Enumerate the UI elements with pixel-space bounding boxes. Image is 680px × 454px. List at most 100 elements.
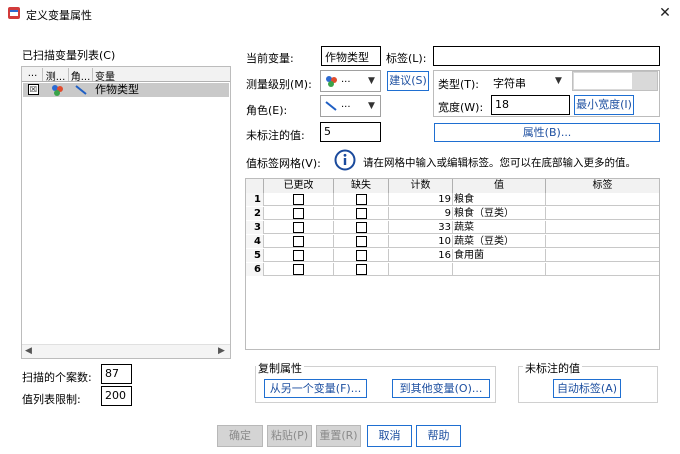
value-cell[interactable]: 食用菌 [453,249,546,262]
table-row[interactable]: 5 16 食用菌 [246,249,659,262]
type-dropdown[interactable]: 字符串 ▼ [483,71,569,91]
missing-cell[interactable] [334,207,389,220]
checkbox-icon[interactable]: ☒ [28,84,39,95]
scanned-list-title: 已扫描变量列表(C) [22,49,116,62]
value-label-grid[interactable]: 已更改 缺失 计数 值 标签 1 19 粮食 2 9 粮食（豆类） 3 33 蔬菜 4 10 蔬菜（豆… [245,178,660,350]
changed-checkbox[interactable] [293,194,304,205]
row-number: 1 [246,193,264,206]
count-cell: 33 [389,221,453,234]
row-number: 2 [246,207,264,220]
reset-button[interactable]: 重置(R) [316,425,361,447]
changed-cell[interactable] [264,249,334,262]
label-cell[interactable] [546,249,659,262]
missing-checkbox[interactable] [355,208,367,219]
missing-checkbox[interactable] [355,194,367,205]
unlabeled-field[interactable]: 5 [320,122,381,142]
table-row[interactable]: 4 10 蔬菜（豆类） [246,235,659,248]
changed-cell[interactable] [264,193,334,206]
help-button[interactable]: 帮助 [416,425,461,447]
close-icon[interactable]: ✕ [654,2,676,24]
changed-cell[interactable] [264,235,334,248]
cancel-button[interactable]: 取消 [367,425,412,447]
column-header[interactable]: 标签 [546,179,659,193]
changed-checkbox[interactable] [293,236,304,247]
current-variable-label: 当前变量: [246,52,294,65]
missing-checkbox[interactable] [355,264,367,275]
table-row[interactable]: 6 [246,263,659,276]
suggest-button[interactable]: 建议(S) [387,71,429,91]
table-row[interactable]: 2 9 粮食（豆类） [246,207,659,220]
ok-button[interactable]: 确定 [217,425,263,447]
chevron-down-icon: ▼ [555,76,562,86]
row-number: 5 [246,249,264,262]
measure-label: 测量级别(M): [246,78,312,91]
column-header[interactable]: 角... [69,68,93,83]
changed-checkbox[interactable] [293,264,304,275]
count-cell: 10 [389,235,453,248]
min-width-button[interactable]: 最小宽度(I) [574,95,634,115]
changed-cell[interactable] [264,207,334,220]
nominal-measure-icon [50,84,64,96]
table-row[interactable]: 1 19 粮食 [246,193,659,206]
width-field[interactable]: 18 [491,95,570,115]
missing-cell[interactable] [334,193,389,206]
changed-checkbox[interactable] [293,250,304,261]
value-cell[interactable]: 蔬菜 [453,221,546,234]
count-cell [389,263,453,276]
scroll-right-icon[interactable]: ▶ [218,346,225,356]
missing-cell[interactable] [334,235,389,248]
label-cell[interactable] [546,193,659,206]
label-cell[interactable] [546,207,659,220]
column-header[interactable]: ... [23,68,43,81]
value-cell[interactable]: 粮食 [453,193,546,206]
cases-field[interactable]: 87 [101,364,132,384]
label-field[interactable] [433,46,660,66]
copy-to-button[interactable]: 到其他变量(O)... [392,379,490,398]
missing-cell[interactable] [334,221,389,234]
count-cell: 19 [389,193,453,206]
column-header[interactable]: 已更改 [264,179,334,193]
paste-button[interactable]: 粘贴(P) [267,425,312,447]
scanned-variable-list[interactable]: ... 测... 角... 变量 ☒ 作物类型 ◀ ▶ [21,66,231,359]
column-header[interactable]: 缺失 [334,179,389,193]
changed-cell[interactable] [264,263,334,276]
missing-checkbox[interactable] [355,250,367,261]
column-header[interactable]: 值 [453,179,546,193]
column-header[interactable]: 计数 [389,179,453,193]
changed-checkbox[interactable] [293,208,304,219]
width-label: 宽度(W): [438,101,484,114]
missing-checkbox[interactable] [355,236,367,247]
count-cell: 16 [389,249,453,262]
info-icon [334,149,356,171]
copy-from-button[interactable]: 从另一个变量(F)... [264,379,367,398]
type-label: 类型(T): [438,78,480,91]
grid-info-text: 请在网格中输入或编辑标签。您可以在底部输入更多的值。 [363,157,636,169]
missing-cell[interactable] [334,263,389,276]
copy-attributes-title: 复制属性 [256,360,304,376]
row-number: 4 [246,235,264,248]
count-cell: 9 [389,207,453,220]
changed-checkbox[interactable] [293,222,304,233]
variable-name[interactable]: 作物类型 [95,83,139,97]
table-row[interactable]: 3 33 蔬菜 [246,221,659,234]
value-cell[interactable]: 蔬菜（豆类） [453,235,546,248]
missing-checkbox[interactable] [355,222,367,233]
label-cell[interactable] [546,263,659,276]
role-dropdown[interactable]: ... ▼ [320,95,381,117]
column-header[interactable]: 变量 [95,68,175,83]
column-header[interactable]: 测... [43,68,69,83]
measure-value: ... [341,74,351,85]
horizontal-scrollbar[interactable] [22,344,230,358]
scroll-left-icon[interactable]: ◀ [25,346,32,356]
changed-cell[interactable] [264,221,334,234]
missing-cell[interactable] [334,249,389,262]
auto-label-button[interactable]: 自动标签(A) [553,379,621,398]
label-cell[interactable] [546,235,659,248]
value-cell[interactable] [453,263,546,276]
value-cell[interactable]: 粮食（豆类） [453,207,546,220]
label-cell[interactable] [546,221,659,234]
limit-field[interactable]: 200 [101,386,132,406]
current-variable-field[interactable]: 作物类型 [321,46,381,66]
attributes-button[interactable]: 属性(B)... [434,123,660,142]
measure-dropdown[interactable]: ... ▼ [320,70,381,92]
